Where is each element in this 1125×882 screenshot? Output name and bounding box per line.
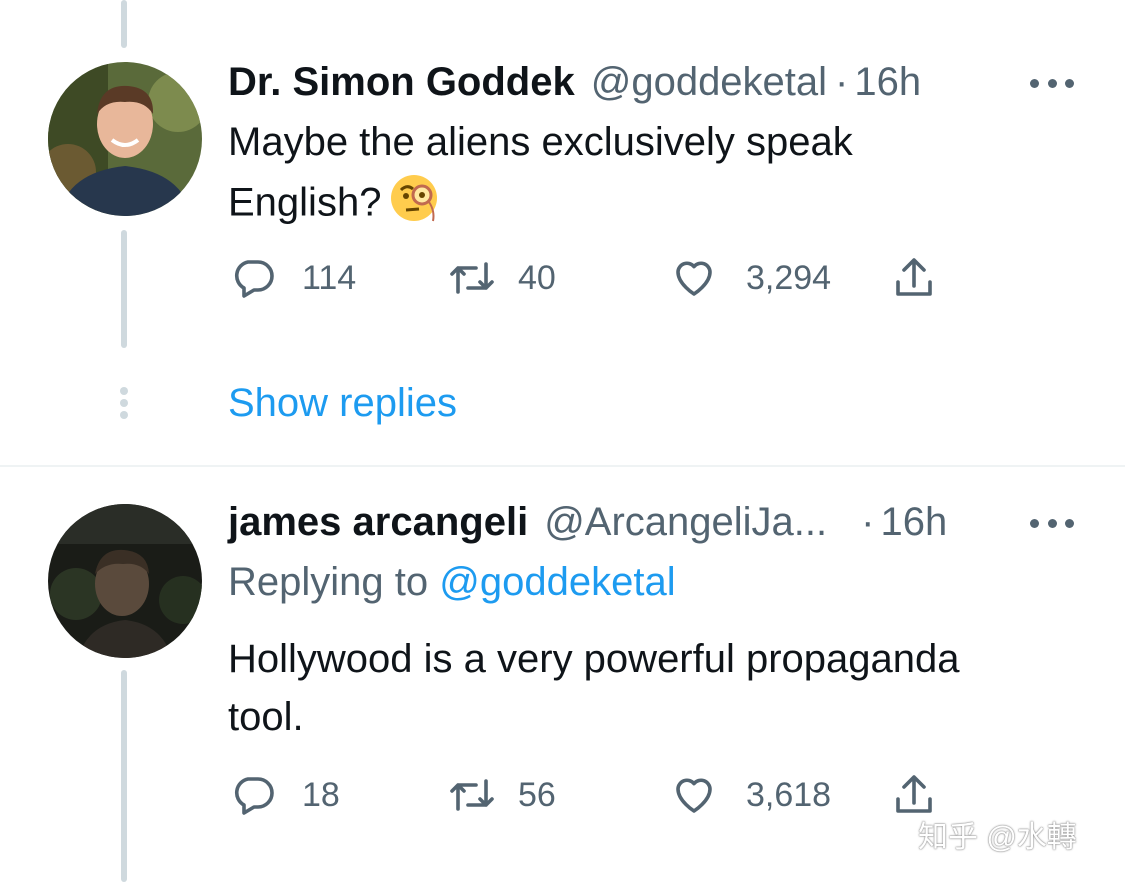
replying-to: Replying to @goddeketal (228, 560, 676, 605)
reply-button[interactable]: 18 (230, 771, 340, 819)
retweet-count: 56 (518, 775, 556, 814)
tweet-text-line: Hollywood is a very powerful propaganda (228, 637, 960, 681)
retweet-icon (450, 779, 494, 811)
reply-count: 114 (302, 258, 357, 297)
author-handle[interactable]: @goddeketal (591, 60, 827, 105)
retweet-button[interactable]: 56 (448, 771, 556, 819)
like-icon (676, 261, 712, 296)
tweet-text-line: tool. (228, 695, 304, 739)
author-name[interactable]: james arcangeli (228, 500, 528, 545)
tweet-text: Hollywood is a very powerful propaganda … (228, 630, 960, 746)
like-icon (676, 778, 712, 813)
show-replies-link[interactable]: Show replies (228, 381, 457, 426)
tweet-header: james arcangeli @ArcangeliJa... · 16h (228, 498, 947, 546)
thread-line-middle (121, 230, 127, 348)
thread-dots-icon (119, 387, 129, 421)
avatar[interactable] (48, 504, 202, 658)
reply-icon (234, 260, 274, 298)
author-name[interactable]: Dr. Simon Goddek (228, 60, 575, 105)
thread-line-top (121, 0, 127, 48)
retweet-count: 40 (518, 258, 556, 297)
retweet-icon (450, 262, 494, 294)
tweet-time[interactable]: 16h (854, 60, 921, 105)
author-handle[interactable]: @ArcangeliJa... (544, 500, 827, 545)
face-with-monocle-icon (389, 171, 441, 239)
reply-icon (234, 777, 274, 815)
more-icon[interactable] (1030, 76, 1074, 90)
like-count: 3,618 (746, 775, 832, 814)
reply-button[interactable]: 114 (230, 254, 356, 302)
retweet-button[interactable]: 40 (448, 254, 556, 302)
watermark: 知乎 @水轉 (918, 821, 1077, 854)
like-count: 3,294 (746, 258, 832, 297)
tweet-text: Maybe the aliens exclusively speak Engli… (228, 113, 853, 239)
tweet-time[interactable]: 16h (880, 500, 947, 545)
like-button[interactable]: 3,618 (670, 771, 831, 819)
divider (0, 465, 1125, 467)
tweet-header: Dr. Simon Goddek @goddeketal · 16h (228, 58, 921, 106)
replying-to-handle[interactable]: @goddeketal (439, 560, 675, 604)
thread-line-bottom (121, 670, 127, 882)
separator-dot: · (835, 59, 849, 104)
replying-to-label: Replying to (228, 560, 429, 604)
share-icon (896, 258, 932, 296)
tweet-text-line: Maybe the aliens exclusively speak (228, 120, 853, 164)
like-button[interactable]: 3,294 (670, 254, 831, 302)
more-icon[interactable] (1030, 516, 1074, 530)
tweet-text-line: English? (228, 180, 382, 225)
separator-dot: · (861, 499, 875, 544)
share-button[interactable] (890, 254, 938, 302)
avatar[interactable] (48, 62, 202, 216)
reply-count: 18 (302, 775, 340, 814)
